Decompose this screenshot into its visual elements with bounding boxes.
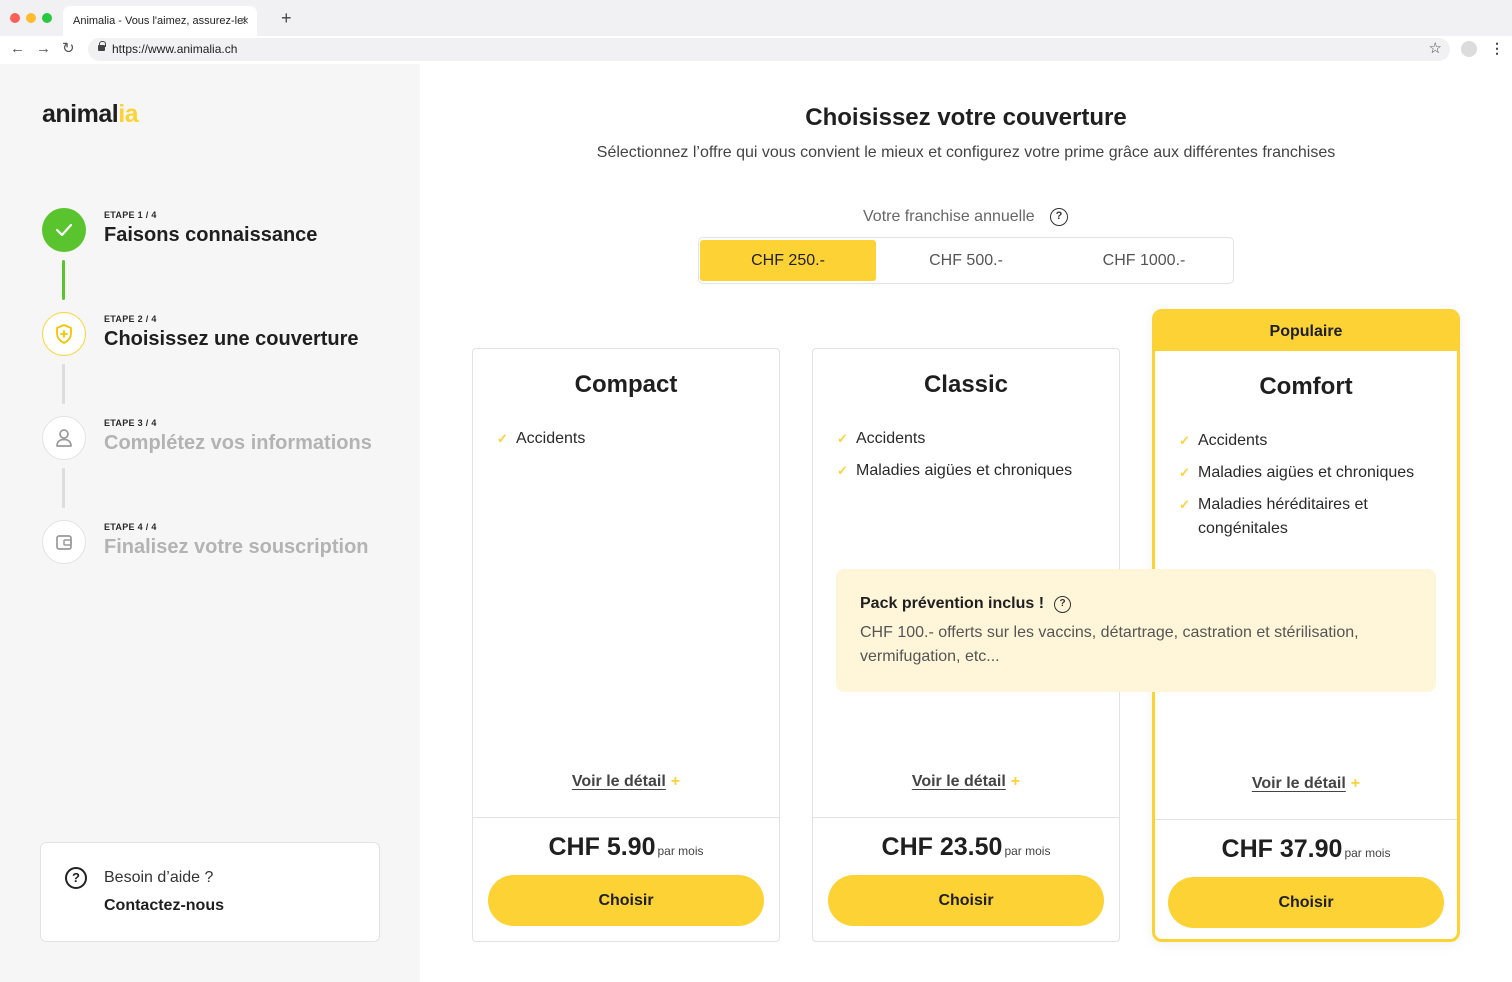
step-4[interactable]: ETAPE 4 / 4 Finalisez votre souscription [42,520,402,564]
step-4-label: ETAPE 4 / 4 [104,522,157,532]
check-icon: ✓ [1179,497,1190,512]
see-detail-link[interactable]: Voir le détail + [813,773,1119,791]
feature-list: ✓ Accidents ✓ Maladies aigües et chronique… [837,427,1107,491]
prevention-text: CHF 100.- offerts sur les vaccins, détar… [860,624,1359,665]
choose-button[interactable]: Choisir [1168,877,1444,928]
step-2-label: ETAPE 2 / 4 [104,314,157,324]
forward-icon[interactable]: → [36,40,51,58]
bookmark-star-icon[interactable]: ☆ [1429,39,1442,57]
price-row: CHF 23.50 par mois [813,833,1119,862]
step-1-label: ETAPE 1 / 4 [104,210,157,220]
feature-item: ✓ Maladies aigües et chroniques [837,459,1107,483]
help-question: Besoin d’aide ? [104,869,214,886]
page-title: Choisissez votre couverture [805,104,1127,131]
price-period: par mois [1004,844,1051,858]
sidebar: animalia ETAPE 1 / 4 Faisons connaissanc… [0,64,420,982]
franchise-option-1000[interactable]: CHF 1000.- [1056,240,1232,281]
step-1-title: Faisons connaissance [104,224,318,246]
check-icon: ✓ [1179,433,1190,448]
price: CHF 23.50 [881,833,1003,861]
browser-chrome: Animalia - Vous l'aimez, assurez-le! × +… [0,0,1512,64]
franchise-option-500[interactable]: CHF 500.- [878,240,1054,281]
profile-avatar[interactable] [1461,41,1477,57]
feature-item: ✓ Accidents [497,427,767,451]
check-icon: ✓ [497,431,508,446]
check-icon: ✓ [837,431,848,446]
address-bar[interactable]: https://www.animalia.ch ☆ [88,38,1450,61]
prevention-info-icon[interactable]: ? [1054,596,1071,613]
step-1[interactable]: ETAPE 1 / 4 Faisons connaissance [42,208,402,252]
feature-item: ✓ Accidents [1179,429,1449,453]
price-period: par mois [1344,846,1391,860]
new-tab-button[interactable]: + [281,9,292,27]
choose-button[interactable]: Choisir [488,875,764,926]
step-connector [62,468,65,508]
card-divider [1155,819,1457,820]
card-divider [813,817,1119,818]
prevention-title: Pack prévention inclus ! [860,595,1045,612]
tab-close-icon[interactable]: × [241,13,249,28]
price-row: CHF 37.90 par mois [1155,835,1457,864]
check-icon: ✓ [837,463,848,478]
tab-title: Animalia - Vous l'aimez, assurez-le! [73,15,247,27]
franchise-info-icon[interactable]: ? [1050,208,1068,226]
feature-item: ✓ Maladies aigües et chroniques [1179,461,1449,485]
close-window-button[interactable] [10,13,20,23]
step-connector [62,260,65,300]
popular-badge: Populaire [1155,312,1457,351]
franchise-label: Votre franchise annuelle [863,208,1035,225]
main-content: Choisissez votre couverture Sélectionnez… [420,64,1512,982]
reload-icon[interactable]: ↻ [62,40,75,58]
plan-name: Compact [574,371,678,398]
browser-tab[interactable]: Animalia - Vous l'aimez, assurez-le! × [63,6,257,36]
step-2-title: Choisissez une couverture [104,328,359,350]
plan-name: Classic [923,371,1009,398]
franchise-option-250[interactable]: CHF 250.- [700,240,876,281]
minimize-window-button[interactable] [26,13,36,23]
help-box[interactable]: ? Besoin d’aide ? Contactez-nous [40,842,380,942]
step-connector [62,364,65,404]
feature-list: ✓ Accidents [497,427,767,459]
nav-bar: ← → ↻ https://www.animalia.ch ☆ ⋮ [0,36,1512,64]
plan-card-compact: Compact ✓ Accidents Voir le détail + CHF 5… [472,348,780,942]
price-period: par mois [657,844,704,858]
feature-item: ✓ Accidents [837,427,1107,451]
maximize-window-button[interactable] [42,13,52,23]
browser-menu-icon[interactable]: ⋮ [1490,40,1504,57]
lock-icon [98,41,106,51]
see-detail-link[interactable]: Voir le détail + [473,773,779,791]
tab-strip: Animalia - Vous l'aimez, assurez-le! × + [0,0,1512,36]
card-divider [473,817,779,818]
price: CHF 5.90 [548,833,656,861]
see-detail-link[interactable]: Voir le détail + [1155,775,1457,793]
feature-list: ✓ Accidents ✓ Maladies aigües et chronique… [1179,429,1449,549]
wallet-icon [42,520,86,564]
price-row: CHF 5.90 par mois [473,833,779,862]
price: CHF 37.90 [1221,835,1343,863]
animalia-logo[interactable]: animalia [42,100,139,129]
plus-icon: + [1010,773,1021,790]
choose-button[interactable]: Choisir [828,875,1104,926]
back-icon[interactable]: ← [10,40,25,58]
franchise-selector: CHF 250.- CHF 500.- CHF 1000.- [698,237,1234,284]
prevention-pack-box: Pack prévention inclus ! ? CHF 100.- off… [836,569,1436,692]
plus-icon: + [1350,775,1361,792]
contact-link[interactable]: Contactez-nous [104,897,224,915]
step-3-title: Complétez vos informations [104,432,372,454]
help-question-icon: ? [65,867,87,889]
check-icon [42,208,86,252]
step-3-label: ETAPE 3 / 4 [104,418,157,428]
page-subtitle: Sélectionnez l’offre qui vous convient l… [596,144,1336,161]
url-text[interactable]: https://www.animalia.ch [112,42,237,56]
check-icon: ✓ [1179,465,1190,480]
step-3[interactable]: ETAPE 3 / 4 Complétez vos informations [42,416,402,460]
step-2[interactable]: ETAPE 2 / 4 Choisissez une couverture [42,312,402,356]
plus-icon: + [670,773,681,790]
step-4-title: Finalisez votre souscription [104,536,369,558]
plan-name: Comfort [1259,373,1353,400]
user-icon [42,416,86,460]
shield-plus-icon [42,312,86,356]
feature-item: ✓ Maladies héréditaires et congénitales [1179,493,1449,541]
